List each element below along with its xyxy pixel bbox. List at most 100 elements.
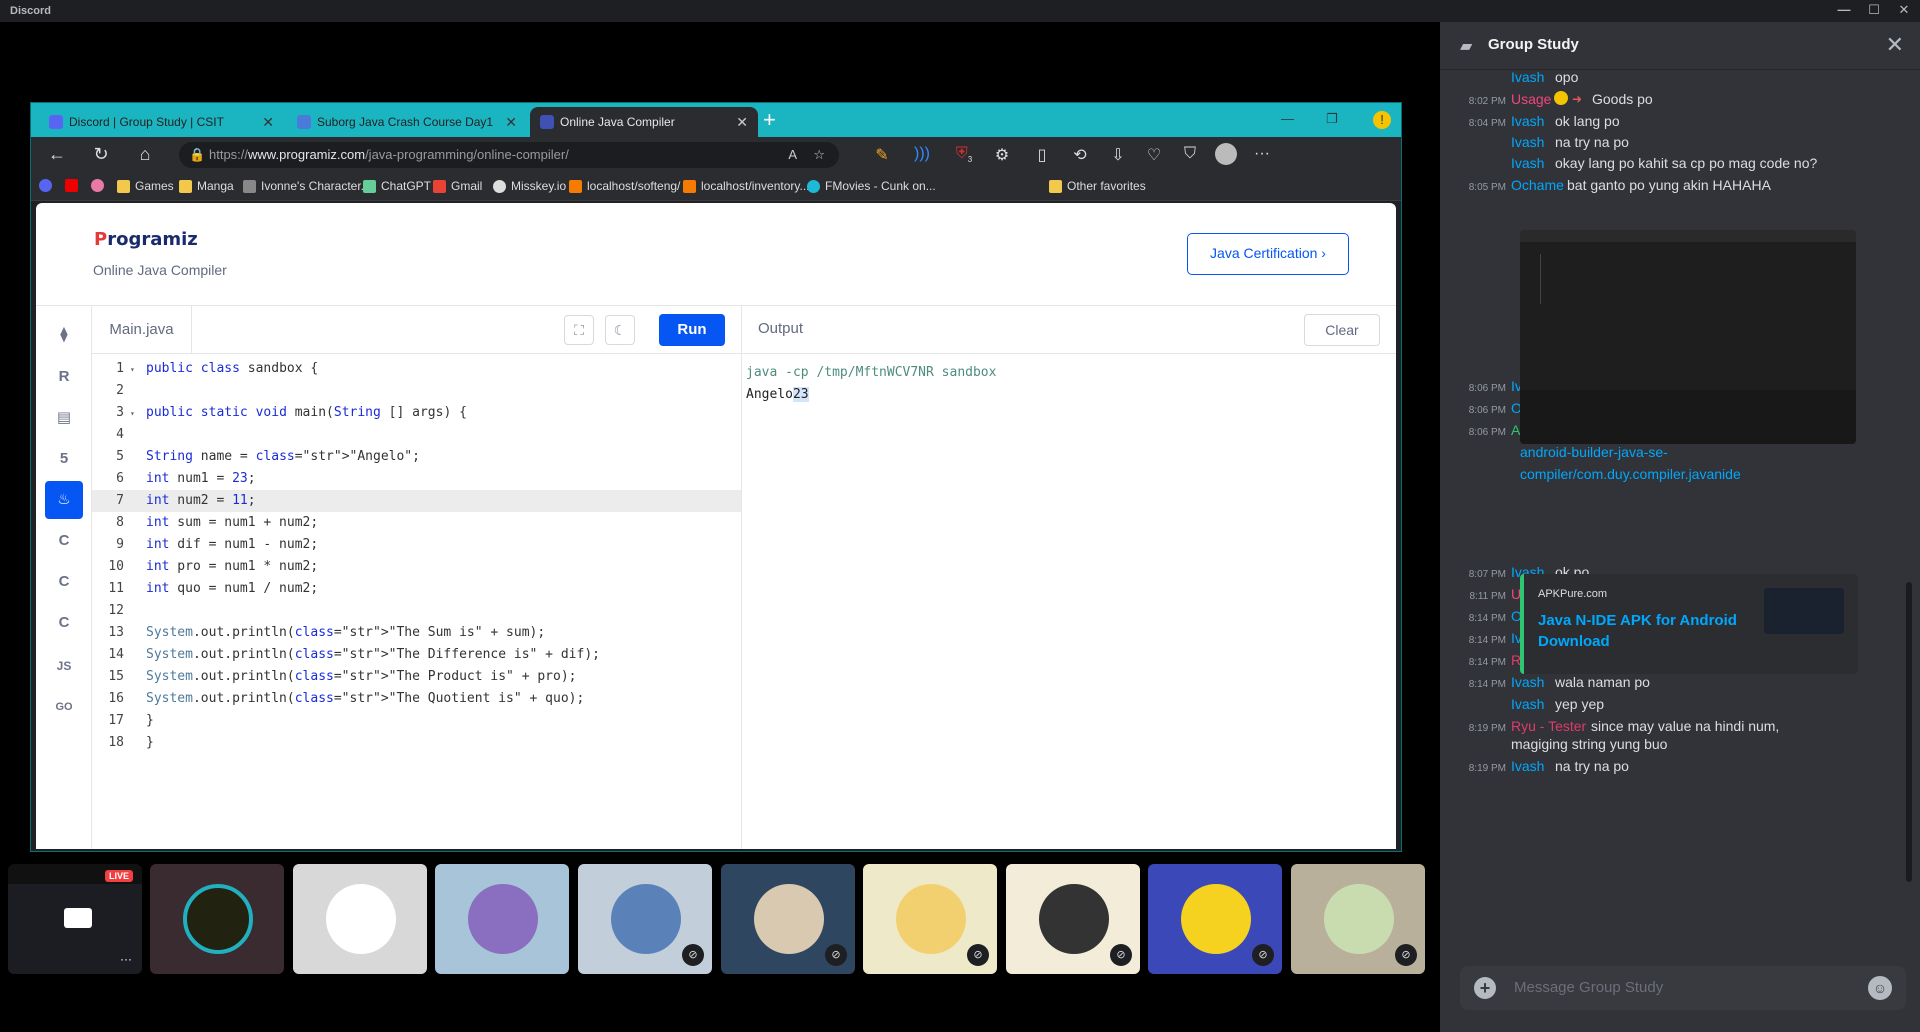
close-window-button[interactable]: ✕ — [1894, 2, 1914, 20]
chat-message[interactable]: 8:04 PM Ivash ok lang po — [1440, 112, 1910, 132]
bookmark-chatgpt[interactable]: ChatGPT — [363, 179, 431, 193]
code-line[interactable]: 10 int pro = num1 * num2; — [92, 556, 741, 578]
participant-tile[interactable] — [435, 864, 569, 974]
bookmark-pink-icon[interactable] — [91, 179, 104, 192]
browser-essentials-icon[interactable]: ⛉ — [1179, 145, 1201, 163]
python-lang-icon[interactable]: ⧫ — [45, 316, 83, 354]
run-button[interactable]: Run — [659, 314, 725, 346]
home-icon[interactable]: ⌂ — [133, 144, 157, 165]
maximize-button[interactable]: ☐ — [1864, 2, 1884, 20]
username[interactable]: Ivash — [1511, 673, 1544, 691]
participant-tile[interactable]: ⊘ — [1006, 864, 1140, 974]
java-lang-icon[interactable]: ♨ — [45, 481, 83, 519]
code-line[interactable]: 18} — [92, 732, 741, 754]
participant-tile[interactable]: ⊘ — [1291, 864, 1425, 974]
more-icon[interactable]: ··· — [120, 952, 132, 966]
wave-extension-icon[interactable]: ))) — [911, 145, 933, 163]
close-tab-icon[interactable]: ✕ — [499, 114, 517, 131]
sql-lang-icon[interactable]: ▤ — [45, 399, 83, 437]
code-area[interactable]: 1 ▾ public class sandbox {2 3 ▾ public static… — [92, 358, 741, 754]
chat-message[interactable]: 8:02 PM Usage ➜ Goods po — [1440, 90, 1910, 110]
username[interactable]: Ivash — [1511, 68, 1544, 86]
participant-tile[interactable]: ⊘ — [578, 864, 712, 974]
browser-minimize-icon[interactable]: — — [1281, 111, 1294, 126]
participant-tile[interactable] — [150, 864, 284, 974]
html-lang-icon[interactable]: 5 — [45, 440, 83, 478]
participant-tile[interactable] — [293, 864, 427, 974]
chat-message[interactable]: 8:14 PM Ivash wala naman po — [1440, 673, 1910, 693]
bookmark-manga[interactable]: Manga — [179, 179, 234, 193]
code-line[interactable]: 16 System.out.println(class="str">"The Qu… — [92, 688, 741, 710]
output-text[interactable]: java -cp /tmp/MftnWCV7NR sandbox Angelo23 — [746, 362, 996, 406]
code-line[interactable]: 14 System.out.println(class="str">"The Di… — [92, 644, 741, 666]
participant-tile[interactable]: ⊘ — [1148, 864, 1282, 974]
file-tab-main-java[interactable]: Main.java — [92, 306, 192, 354]
code-line[interactable]: 12 — [92, 600, 741, 622]
tab-discord[interactable]: Discord | Group Study | CSIT ✕ — [39, 107, 284, 137]
code-line[interactable]: 7 int num2 = 11; — [92, 490, 741, 512]
code-line[interactable]: 17} — [92, 710, 741, 732]
bookmark-youtube-icon[interactable] — [65, 179, 78, 192]
emoji-icon[interactable]: ☺ — [1868, 976, 1892, 1000]
bookmark-inventory[interactable]: localhost/inventory... — [683, 179, 810, 193]
refresh-icon[interactable]: ↻ — [89, 144, 113, 165]
clear-button[interactable]: Clear — [1304, 314, 1380, 346]
chat-message[interactable]: 8:19 PM Ivash na try na po — [1440, 757, 1910, 777]
add-attachment-icon[interactable]: + — [1474, 977, 1496, 999]
c-lang-icon[interactable]: C — [45, 522, 83, 560]
js-lang-icon[interactable]: JS — [45, 647, 83, 685]
fullscreen-icon[interactable]: ⛶ — [564, 315, 594, 345]
close-tab-icon[interactable]: ✕ — [730, 114, 748, 131]
favorite-star-icon[interactable]: ☆ — [813, 142, 825, 168]
extensions-icon[interactable]: ⚙ — [991, 145, 1013, 165]
username[interactable]: Ivash — [1511, 695, 1544, 713]
read-aloud-icon[interactable]: A — [788, 142, 797, 168]
participant-tile[interactable]: ⊘ — [721, 864, 855, 974]
chat-scrollbar[interactable] — [1906, 582, 1912, 882]
csharp-lang-icon[interactable]: C — [45, 604, 83, 642]
bookmark-softeng[interactable]: localhost/softeng/ — [569, 179, 680, 193]
url-field[interactable]: 🔒 https://www.programiz.com/java-program… — [179, 142, 839, 168]
code-line[interactable]: 4 — [92, 424, 741, 446]
bookmark-discord-icon[interactable] — [39, 179, 52, 192]
more-menu-icon[interactable]: ··· — [1251, 145, 1273, 163]
r-lang-icon[interactable]: R — [45, 358, 83, 396]
chat-message[interactable]: 8:05 PM Ochame bat ganto po yung akin HAHA… — [1440, 176, 1910, 196]
tab-suborg[interactable]: Suborg Java Crash Course Day1 ✕ — [287, 107, 527, 137]
downloads-icon[interactable]: ⇩ — [1107, 145, 1129, 165]
chat-message[interactable]: Ivash yep yep — [1440, 695, 1910, 715]
screenshot-attachment[interactable] — [1520, 230, 1856, 444]
message-input[interactable]: + Message Group Study ☺ — [1460, 966, 1906, 1010]
close-tab-icon[interactable]: ✕ — [256, 114, 274, 131]
username[interactable]: Usage — [1511, 90, 1551, 108]
username[interactable]: Ivash — [1511, 757, 1544, 775]
new-tab-button[interactable]: + — [763, 109, 776, 131]
chat-message[interactable]: 8:19 PM Ryu - Tester since may value na hi… — [1440, 717, 1910, 737]
cpp-lang-icon[interactable]: C — [45, 563, 83, 601]
back-icon[interactable]: ← — [45, 144, 69, 165]
ublock-icon[interactable]: ⛨3 — [953, 145, 975, 164]
username[interactable]: Ivash — [1511, 154, 1544, 172]
bookmark-ivonne[interactable]: Ivonne's Character... — [243, 179, 371, 193]
go-lang-icon[interactable]: GO — [45, 688, 83, 726]
username[interactable]: Ochame — [1511, 176, 1564, 194]
chat-message[interactable]: Ivash okay lang po kahit sa cp po mag cod… — [1440, 154, 1910, 174]
programiz-logo[interactable]: Programiz — [94, 229, 198, 250]
embed-title-link[interactable]: Java N-IDE APK for Android Download — [1538, 610, 1758, 652]
bookmark-other-favorites[interactable]: Other favorites — [1049, 179, 1146, 193]
alert-icon[interactable]: ! — [1373, 111, 1391, 129]
participant-tile[interactable]: ⊘ — [863, 864, 997, 974]
username[interactable]: Ryu - Tester — [1511, 717, 1586, 735]
link-embed[interactable]: APKPure.com Java N-IDE APK for Android D… — [1520, 574, 1858, 674]
performance-icon[interactable]: ♡ — [1143, 145, 1165, 165]
tab-online-java-compiler[interactable]: Online Java Compiler ✕ — [530, 107, 758, 137]
browser-restore-icon[interactable]: ❐ — [1326, 111, 1338, 127]
message-link[interactable]: compiler/com.duy.compiler.javanide — [1520, 465, 1741, 483]
split-screen-icon[interactable]: ▯ — [1031, 145, 1053, 165]
bookmark-gmail[interactable]: Gmail — [433, 179, 482, 193]
code-line[interactable]: 2 — [92, 380, 741, 402]
username[interactable]: Ivash — [1511, 133, 1544, 151]
chat-message[interactable]: Ivash na try na po — [1440, 133, 1910, 153]
code-line[interactable]: 6 int num1 = 23; — [92, 468, 741, 490]
bookmark-fmovies[interactable]: FMovies - Cunk on... — [807, 179, 936, 193]
